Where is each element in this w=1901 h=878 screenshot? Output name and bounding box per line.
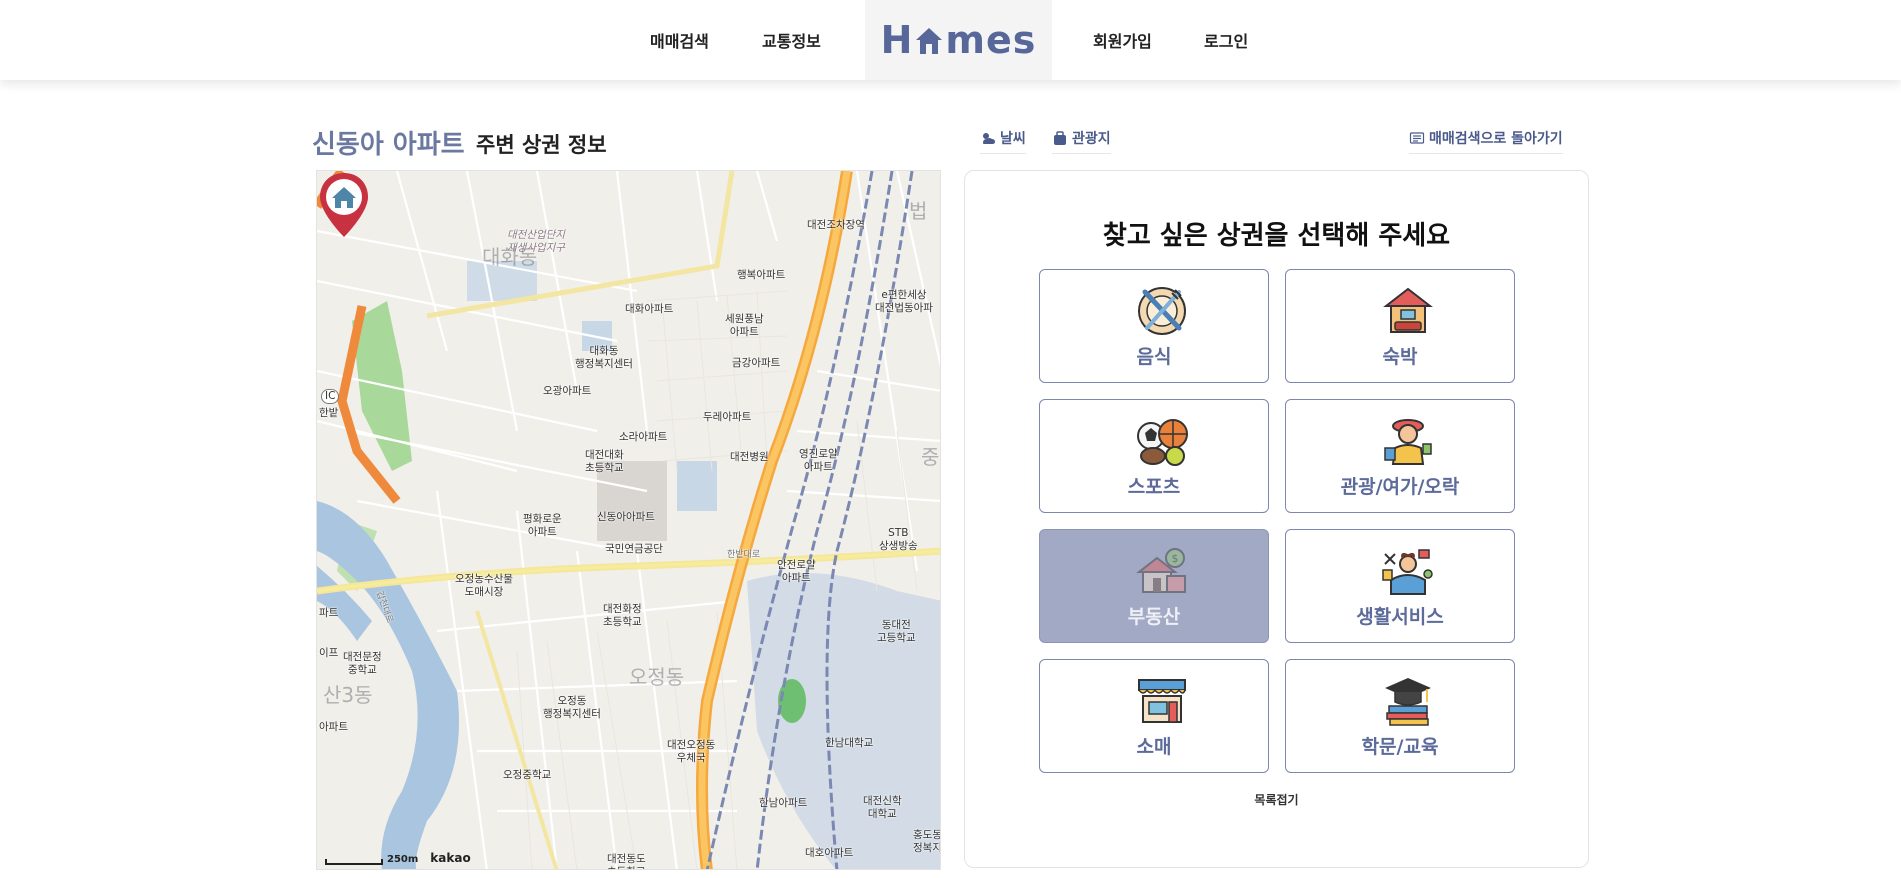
map[interactable]: 대전산업단지 재생사업지구 대화동 대화아파트 행복아파트 대전조차장역 e편한세…: [316, 170, 941, 870]
category-lodging-label: 숙박: [1382, 346, 1418, 368]
map-brand: kakao: [430, 851, 471, 865]
logo-text: mes: [945, 18, 1037, 62]
collapse-list-button[interactable]: 목록접기: [965, 791, 1588, 808]
category-panel: 찾고 싶은 상권을 선택해 주세요 음식 숙박 스포츠 관광/여가/오락 $ 부…: [964, 170, 1589, 868]
food-icon: [1138, 287, 1186, 335]
list-icon: [1409, 132, 1425, 144]
category-retail-button[interactable]: 소매: [1039, 659, 1269, 773]
scale-bar: [325, 859, 383, 865]
logo[interactable]: H mes: [865, 0, 1052, 80]
category-sports-button[interactable]: 스포츠: [1039, 399, 1269, 513]
education-icon: [1385, 678, 1431, 726]
lodging-icon: [1383, 287, 1433, 333]
category-real-estate-label: 부동산: [1127, 606, 1181, 628]
tab-weather[interactable]: 날씨: [980, 128, 1026, 154]
nav-login[interactable]: 로그인: [1204, 28, 1248, 52]
weather-icon: [983, 133, 995, 144]
scale-label: 250m: [387, 854, 419, 865]
category-life-service-label: 생활서비스: [1356, 606, 1444, 628]
logo-letter-h: H: [880, 18, 914, 62]
suitcase-icon: [1054, 131, 1066, 145]
svg-text:$: $: [1172, 552, 1179, 565]
category-real-estate-button[interactable]: $ 부동산: [1039, 529, 1269, 643]
location-pin-icon[interactable]: [317, 171, 371, 241]
back-to-search-link[interactable]: 매매검색으로 돌아가기: [1409, 128, 1563, 154]
nav-traffic-info[interactable]: 교통정보: [762, 28, 821, 52]
map-scale: 250m kakao: [325, 851, 471, 865]
tab-tourism[interactable]: 관광지: [1052, 128, 1111, 154]
page-subtitle: 주변 상권 정보: [476, 133, 607, 157]
apartment-name: 신동아 아파트: [312, 130, 465, 160]
site-header: 매매검색 교통정보 H mes 회원가입 로그인: [0, 0, 1901, 80]
retail-icon: [1138, 679, 1186, 723]
tab-tourism-label: 관광지: [1072, 131, 1111, 147]
category-leisure-label: 관광/여가/오락: [1340, 476, 1460, 498]
back-to-search-label: 매매검색으로 돌아가기: [1429, 131, 1563, 147]
category-food-button[interactable]: 음식: [1039, 269, 1269, 383]
nav-sale-search[interactable]: 매매검색: [650, 28, 709, 52]
real-estate-icon: $: [1136, 548, 1186, 593]
category-sports-label: 스포츠: [1127, 476, 1181, 498]
category-retail-label: 소매: [1136, 736, 1172, 758]
panel-title: 찾고 싶은 상권을 선택해 주세요: [1102, 221, 1451, 251]
category-leisure-button[interactable]: 관광/여가/오락: [1285, 399, 1515, 513]
category-education-button[interactable]: 학문/교육: [1285, 659, 1515, 773]
life-service-icon: [1382, 549, 1433, 595]
leisure-icon: [1384, 419, 1432, 465]
sports-icon: [1137, 419, 1188, 466]
category-education-label: 학문/교육: [1361, 736, 1439, 758]
house-logo-icon: [916, 28, 943, 54]
nav-signup[interactable]: 회원가입: [1093, 28, 1152, 52]
category-life-service-button[interactable]: 생활서비스: [1285, 529, 1515, 643]
category-food-label: 음식: [1136, 346, 1172, 368]
tab-weather-label: 날씨: [1000, 131, 1026, 147]
map-base-layer: [317, 171, 940, 869]
category-lodging-button[interactable]: 숙박: [1285, 269, 1515, 383]
